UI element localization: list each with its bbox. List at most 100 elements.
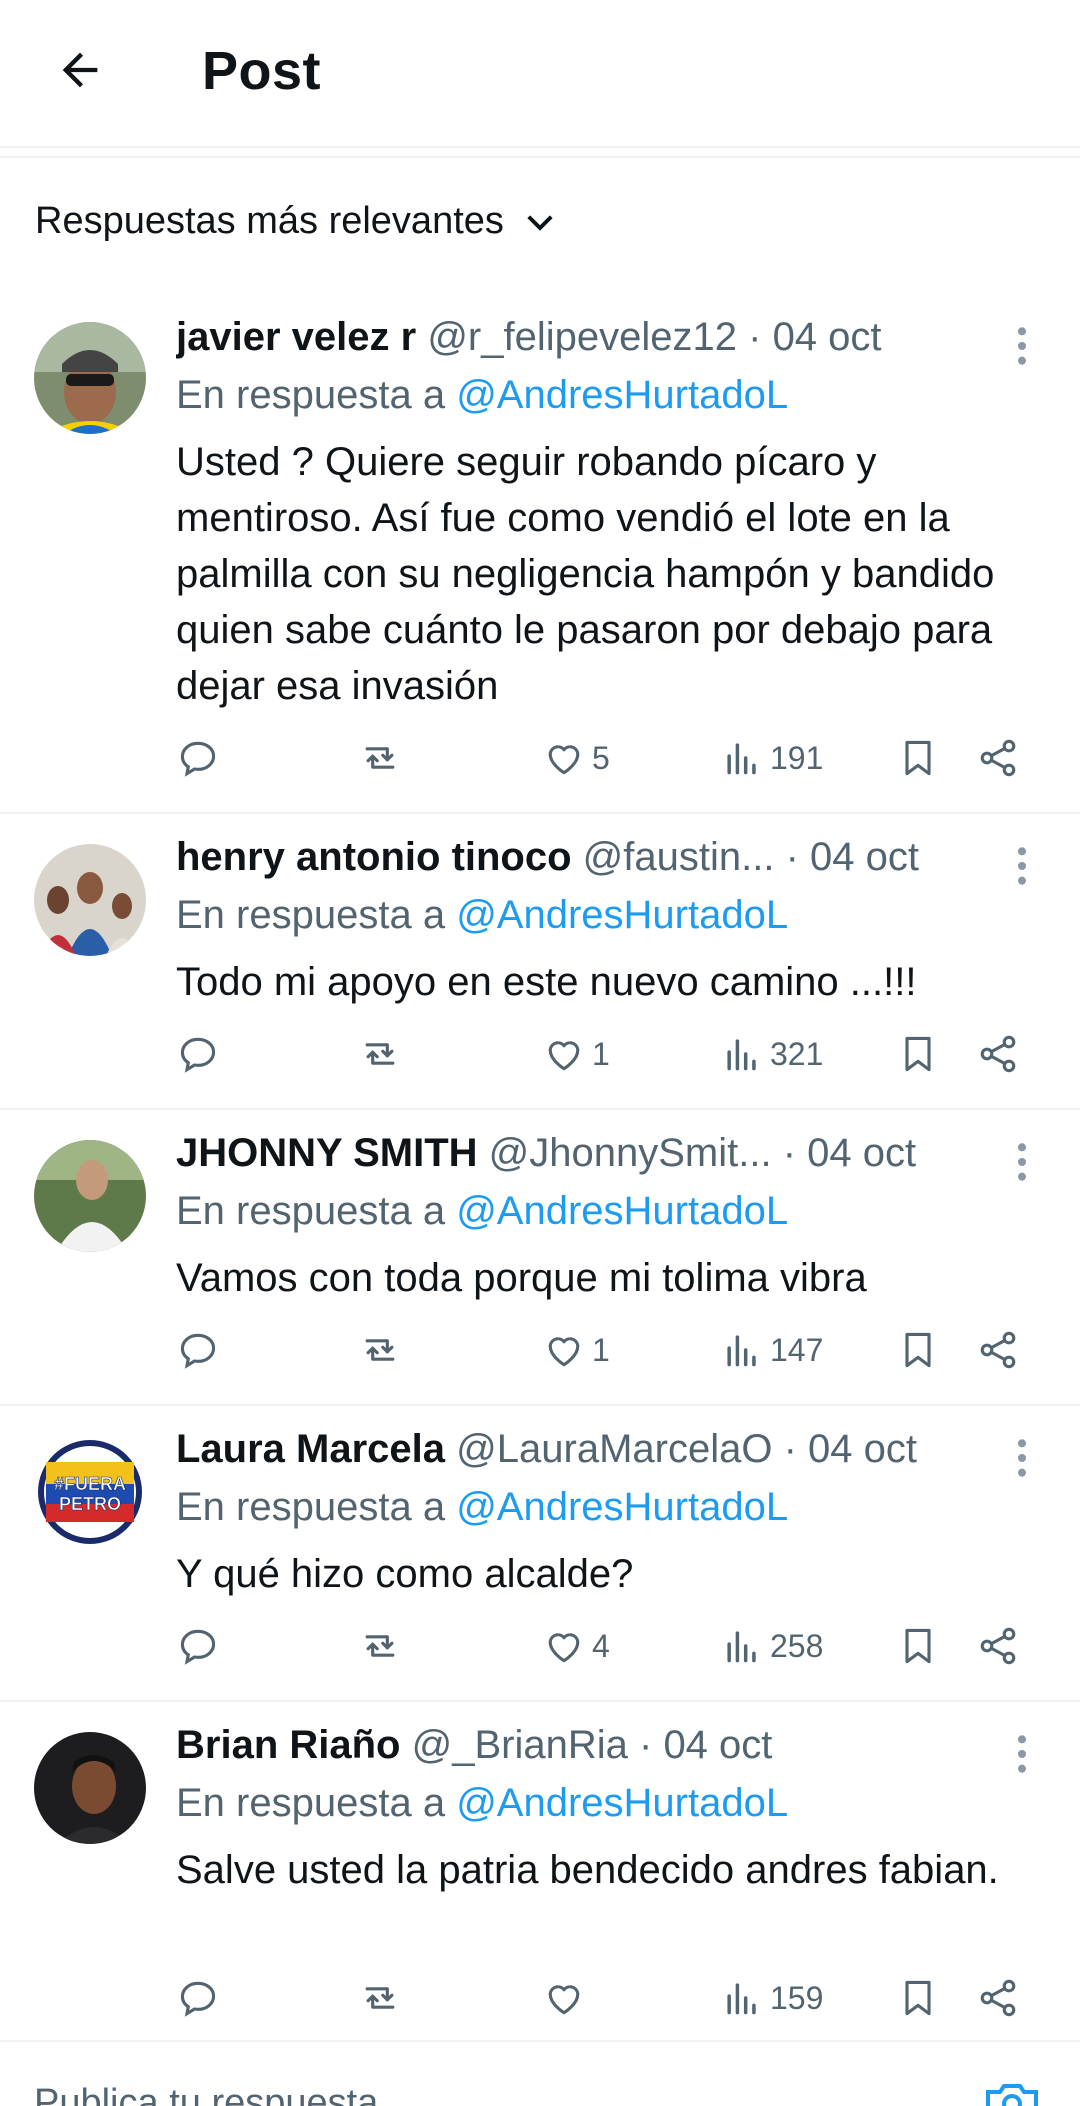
- bookmark-button[interactable]: [896, 1328, 940, 1372]
- views-count: 258: [770, 1627, 824, 1664]
- bookmark-icon: [905, 1980, 931, 2016]
- post-date: 04 oct: [663, 1723, 773, 1767]
- share-button[interactable]: [976, 1976, 1020, 2020]
- share-button[interactable]: [976, 1328, 1020, 1372]
- like-button[interactable]: 1: [542, 1032, 610, 1076]
- mention-link[interactable]: @AndresHurtadoL: [456, 1781, 788, 1825]
- author-handle[interactable]: @LauraMarcelaO: [456, 1427, 772, 1471]
- repost-button[interactable]: [358, 736, 402, 780]
- author-handle[interactable]: @faustin...: [583, 835, 775, 879]
- page-title: Post: [202, 41, 322, 101]
- camera-icon[interactable]: [982, 2080, 1042, 2106]
- post-date: 04 oct: [810, 835, 920, 879]
- views-button[interactable]: 258: [720, 1624, 823, 1668]
- post-date: 04 oct: [772, 315, 882, 359]
- avatar[interactable]: [34, 1732, 146, 1844]
- avatar[interactable]: #FUERA PETRO: [34, 1436, 146, 1548]
- avatar[interactable]: [34, 322, 146, 434]
- bookmark-icon: [905, 740, 931, 776]
- share-button[interactable]: [976, 736, 1020, 780]
- reply-button[interactable]: [176, 1624, 220, 1668]
- author-name[interactable]: Laura Marcela: [176, 1427, 445, 1471]
- share-icon: [980, 739, 1016, 777]
- more-icon[interactable]: [1004, 1140, 1040, 1184]
- like-count: 4: [592, 1627, 610, 1664]
- views-button[interactable]: 191: [720, 736, 823, 780]
- action-bar: 1 147: [176, 1328, 1040, 1384]
- reply-composer-placeholder[interactable]: Publica tu respuesta: [34, 2082, 378, 2106]
- bookmark-button[interactable]: [896, 736, 940, 780]
- reply-icon: [180, 1629, 216, 1665]
- in-reply-to: En respuesta a @AndresHurtadoL: [176, 1186, 788, 1236]
- like-icon: [548, 745, 580, 775]
- like-button[interactable]: 5: [542, 736, 610, 780]
- views-button[interactable]: 147: [720, 1328, 823, 1372]
- views-icon: [727, 1983, 756, 2015]
- back-button[interactable]: [44, 34, 116, 106]
- reply-item[interactable]: JHONNY SMITH @JhonnySmit... · 04 oct En …: [0, 1128, 1080, 1406]
- more-icon[interactable]: [1004, 1732, 1040, 1776]
- reply-item[interactable]: javier velez r @r_felipevelez12 · 04 oct…: [0, 312, 1080, 814]
- reply-item[interactable]: #FUERA PETRO Laura Marcela @LauraMarcela…: [0, 1424, 1080, 1702]
- author-handle[interactable]: @JhonnySmit...: [489, 1131, 772, 1175]
- more-icon[interactable]: [1004, 844, 1040, 888]
- author-name[interactable]: henry antonio tinoco: [176, 835, 572, 879]
- views-count: 159: [770, 1979, 824, 2016]
- mention-link[interactable]: @AndresHurtadoL: [456, 1189, 788, 1233]
- author-name[interactable]: JHONNY SMITH: [176, 1131, 478, 1175]
- reply-icon: [180, 1037, 216, 1073]
- repost-button[interactable]: [358, 1032, 402, 1076]
- share-icon: [980, 1331, 1016, 1369]
- author-name[interactable]: javier velez r: [176, 315, 416, 359]
- like-icon: [548, 1985, 580, 2015]
- reply-button[interactable]: [176, 1976, 220, 2020]
- reply-button[interactable]: [176, 736, 220, 780]
- separator-dot: ·: [782, 1131, 797, 1175]
- reply-icon: [180, 741, 216, 777]
- reply-text: Usted ? Quiere seguir robando pícaro y m…: [176, 440, 995, 708]
- in-reply-label: En respuesta a: [176, 1781, 446, 1825]
- avatar[interactable]: [34, 1140, 146, 1252]
- post-date: 04 oct: [807, 1131, 917, 1175]
- mention-link[interactable]: @AndresHurtadoL: [456, 1485, 788, 1529]
- like-button[interactable]: 4: [542, 1624, 610, 1668]
- avatar[interactable]: [34, 844, 146, 956]
- mention-link[interactable]: @AndresHurtadoL: [456, 893, 788, 937]
- views-count: 147: [770, 1331, 824, 1368]
- author-handle[interactable]: @r_felipevelez12: [427, 315, 737, 359]
- repost-button[interactable]: [358, 1976, 402, 2020]
- views-button[interactable]: 159: [720, 1976, 823, 2020]
- in-reply-to: En respuesta a @AndresHurtadoL: [176, 1778, 788, 1828]
- share-button[interactable]: [976, 1032, 1020, 1076]
- views-button[interactable]: 321: [720, 1032, 823, 1076]
- author-handle[interactable]: @_BrianRia: [412, 1723, 628, 1767]
- in-reply-to: En respuesta a @AndresHurtadoL: [176, 1482, 788, 1532]
- action-bar: 5 191: [176, 736, 1040, 792]
- mention-link[interactable]: @AndresHurtadoL: [456, 373, 788, 417]
- reply-text: Vamos con toda porque mi tolima vibra: [176, 1256, 867, 1300]
- repost-icon: [365, 1635, 395, 1657]
- bookmark-button[interactable]: [896, 1624, 940, 1668]
- like-icon: [548, 1041, 580, 1071]
- more-icon[interactable]: [1004, 1436, 1040, 1480]
- reply-text: Todo mi apoyo en este nuevo camino ...!!…: [176, 960, 917, 1004]
- separator-dot: ·: [638, 1723, 653, 1767]
- reply-item[interactable]: Brian Riaño @_BrianRia · 04 oct En respu…: [0, 1720, 1080, 2042]
- author-name[interactable]: Brian Riaño: [176, 1723, 400, 1767]
- like-button[interactable]: [542, 1976, 592, 2020]
- reply-button[interactable]: [176, 1328, 220, 1372]
- svg-text:PETRO: PETRO: [59, 1494, 121, 1514]
- sort-dropdown[interactable]: Respuestas más relevantes: [35, 200, 558, 243]
- repost-button[interactable]: [358, 1328, 402, 1372]
- like-button[interactable]: 1: [542, 1328, 610, 1372]
- views-count: 321: [770, 1035, 824, 1072]
- reply-item[interactable]: henry antonio tinoco @faustin... · 04 oc…: [0, 832, 1080, 1110]
- repost-button[interactable]: [358, 1624, 402, 1668]
- bookmark-button[interactable]: [896, 1976, 940, 2020]
- reply-button[interactable]: [176, 1032, 220, 1076]
- share-button[interactable]: [976, 1624, 1020, 1668]
- more-icon[interactable]: [1004, 324, 1040, 368]
- bookmark-button[interactable]: [896, 1032, 940, 1076]
- views-count: 191: [770, 739, 824, 776]
- action-bar: 4 258: [176, 1624, 1040, 1680]
